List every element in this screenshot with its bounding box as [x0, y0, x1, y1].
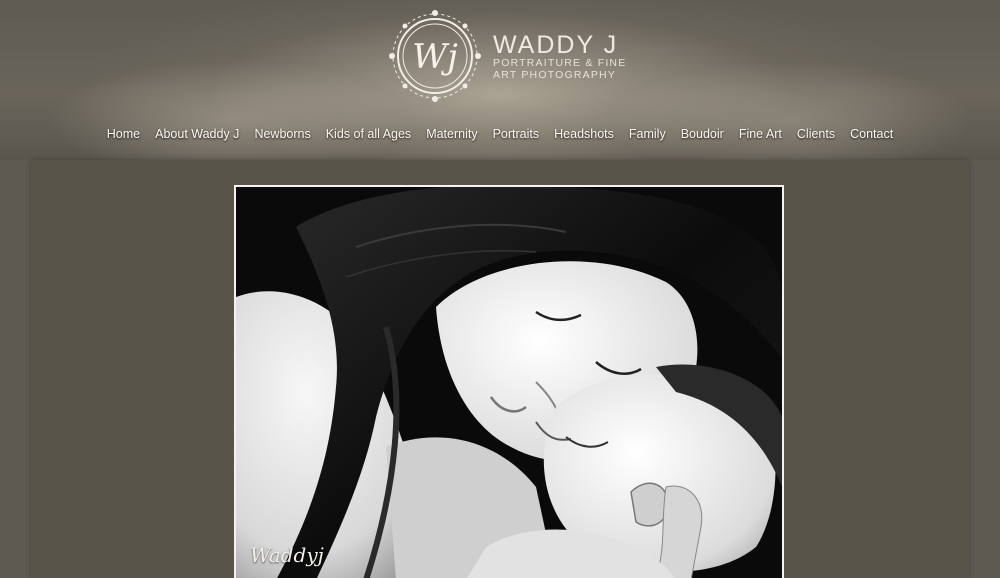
logo-monogram-icon[interactable]: Wj: [388, 8, 482, 104]
brand-tagline-line2: ART PHOTOGRAPHY: [493, 68, 617, 81]
nav-maternity[interactable]: Maternity: [419, 126, 485, 144]
nav-about[interactable]: About Waddy J: [148, 126, 247, 144]
featured-photo[interactable]: [234, 185, 784, 578]
nav-clients[interactable]: Clients: [789, 126, 842, 144]
nav-contact[interactable]: Contact: [843, 126, 901, 144]
nav-fine-art[interactable]: Fine Art: [731, 126, 789, 144]
nav-home[interactable]: Home: [99, 126, 147, 144]
nav-family[interactable]: Family: [621, 126, 673, 144]
nav-headshots[interactable]: Headshots: [547, 126, 622, 144]
brand-tagline-line1: PORTRAITURE & FINE: [493, 57, 627, 69]
main-nav: Home About Waddy J Newborns Kids of all …: [0, 126, 1000, 144]
brand-tagline: PORTRAITURE & FINE ART PHOTOGRAPHY: [493, 57, 643, 81]
photo-watermark: Waddyj: [250, 543, 324, 567]
mother-newborn-photo: [236, 187, 782, 578]
site-header: Wj WADDY J PORTRAITURE & FINE ART PHOTOG…: [0, 0, 1000, 160]
nav-kids[interactable]: Kids of all Ages: [318, 126, 418, 144]
monogram-text: Wj: [412, 37, 458, 77]
nav-portraits[interactable]: Portraits: [485, 126, 547, 144]
nav-boudoir[interactable]: Boudoir: [673, 126, 731, 144]
brand-name[interactable]: WADDY J: [493, 33, 618, 58]
nav-newborns[interactable]: Newborns: [247, 126, 318, 144]
